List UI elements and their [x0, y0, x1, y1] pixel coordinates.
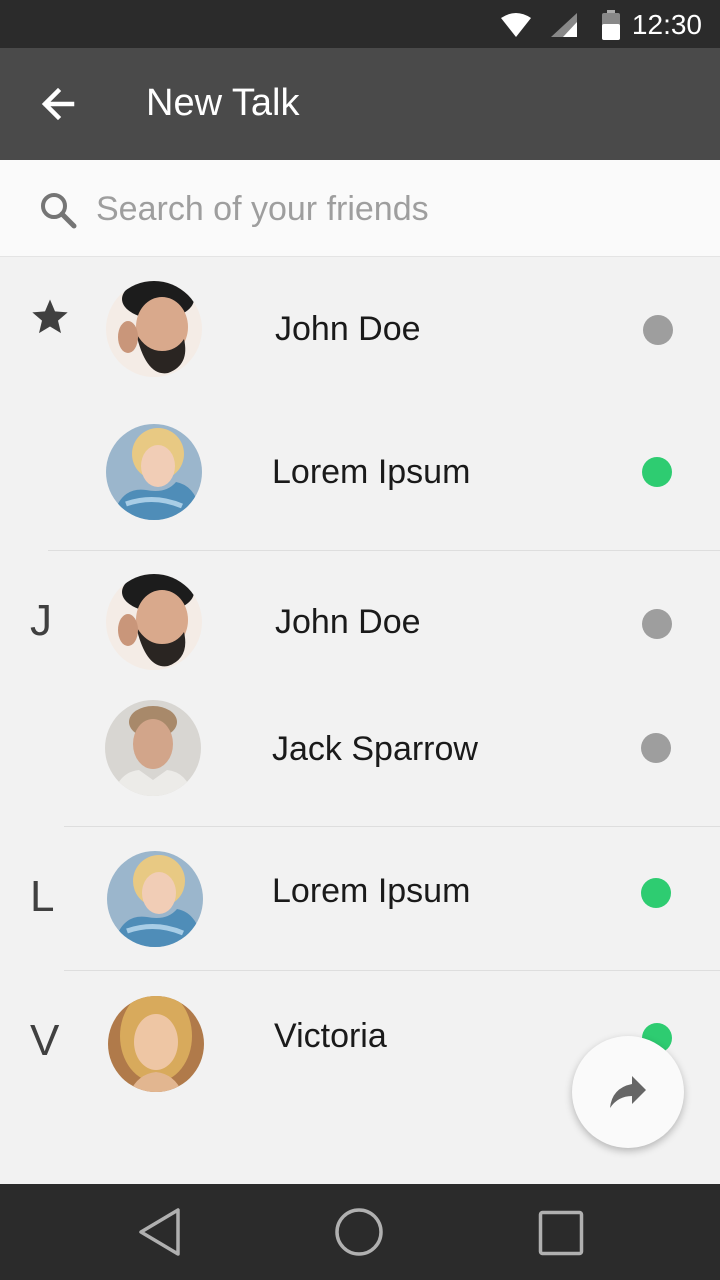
contact-name: Jack Sparrow — [272, 730, 478, 768]
avatar — [105, 700, 201, 796]
contact-row[interactable]: John Doe — [0, 563, 720, 683]
system-nav-bar — [0, 1184, 720, 1280]
battery-icon — [602, 10, 620, 40]
avatar — [108, 996, 204, 1092]
contact-row[interactable]: Jack Sparrow — [0, 690, 720, 810]
nav-home-icon[interactable] — [333, 1206, 385, 1258]
share-forward-icon — [610, 1076, 646, 1108]
section-divider — [64, 826, 720, 827]
avatar — [106, 424, 202, 520]
clock: 12:30 — [631, 9, 702, 40]
contact-name: John Doe — [275, 310, 421, 348]
wifi-icon — [501, 13, 531, 37]
status-dot-online — [641, 878, 671, 908]
status-bar: 12:30 — [0, 0, 720, 48]
contact-row[interactable]: Lorem Ipsum — [0, 840, 720, 960]
avatar — [107, 851, 203, 947]
contact-row[interactable]: John Doe — [0, 270, 720, 390]
section-divider — [48, 550, 720, 551]
avatar — [106, 281, 202, 377]
status-dot-offline — [643, 315, 673, 345]
contact-row[interactable]: Lorem Ipsum — [0, 412, 720, 532]
share-button[interactable] — [572, 1036, 684, 1148]
contact-name: John Doe — [275, 603, 421, 641]
contact-name: Victoria — [274, 1017, 387, 1055]
status-dot-offline — [642, 609, 672, 639]
status-dot-online — [642, 457, 672, 487]
status-dot-offline — [641, 733, 671, 763]
search-bar — [0, 160, 720, 257]
arrow-left-icon[interactable] — [30, 76, 86, 132]
search-icon — [41, 193, 77, 229]
cell-signal-icon — [551, 13, 577, 37]
avatar — [106, 574, 202, 670]
nav-recents-icon[interactable] — [538, 1210, 584, 1256]
nav-back-icon[interactable] — [136, 1206, 186, 1258]
contact-name: Lorem Ipsum — [272, 872, 471, 910]
section-divider — [64, 970, 720, 971]
contact-name: Lorem Ipsum — [272, 453, 471, 491]
page-title: New Talk — [146, 82, 300, 124]
app-bar: New Talk — [0, 48, 720, 160]
search-input[interactable] — [96, 182, 656, 236]
